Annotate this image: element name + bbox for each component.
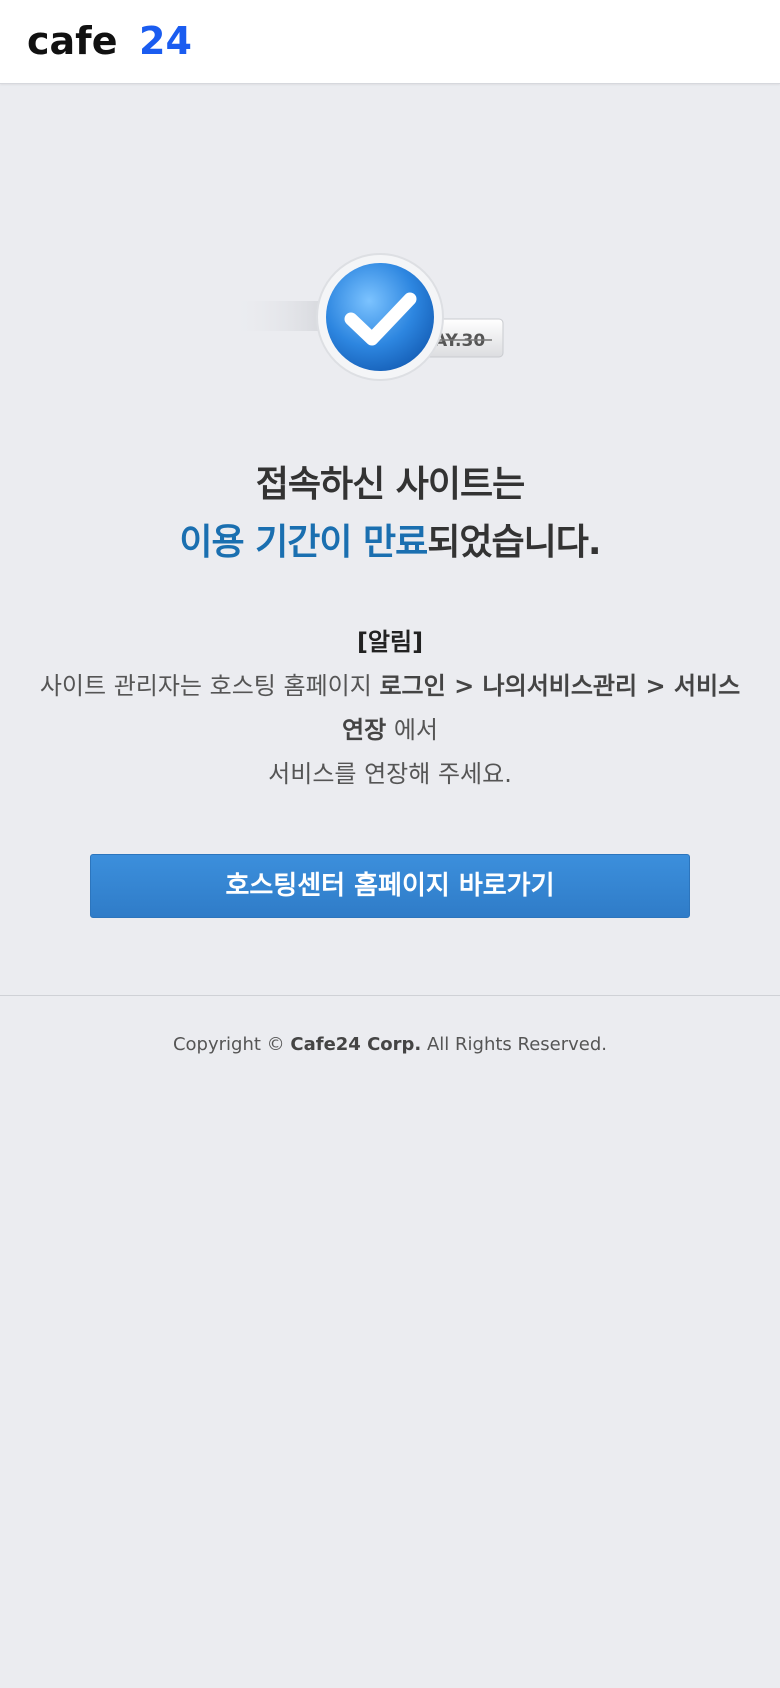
logo-text-cafe: cafe	[27, 22, 117, 62]
cafe24-logo[interactable]: cafe 24	[27, 22, 199, 62]
expired-check-illustration: AY.30	[230, 253, 504, 381]
footer: Copyright © Cafe24 Corp. All Rights Rese…	[0, 996, 780, 1055]
headline-rest: 되었습니다.	[427, 522, 601, 563]
notice-path2: 연장	[342, 716, 387, 744]
check-ball	[326, 263, 434, 371]
copyright-company: Cafe24 Corp.	[290, 1034, 422, 1055]
copyright-symbol: ©	[266, 1034, 285, 1055]
hosting-center-button[interactable]: 호스팅센터 홈페이지 바로가기	[90, 854, 690, 918]
notice-line3: 서비스를 연장해 주세요.	[268, 760, 512, 788]
copyright-prefix: Copyright	[172, 1034, 267, 1055]
copyright-suffix: All Rights Reserved.	[421, 1034, 608, 1055]
expired-headline: 접속하신 사이트는 이용 기간이 만료되었습니다.	[0, 456, 780, 572]
headline-highlight: 이용 기간이 만료	[179, 522, 428, 563]
notice-text1: 사이트 관리자는 호스팅 홈페이지	[39, 672, 380, 700]
header-bar: cafe 24	[0, 0, 780, 84]
notice-path1: 로그인 > 나의서비스관리 > 서비스	[379, 672, 741, 700]
headline-line1: 접속하신 사이트는	[255, 464, 526, 505]
notice-block: [알림] 사이트 관리자는 호스팅 홈페이지 로그인 > 나의서비스관리 > 서…	[0, 620, 780, 796]
notice-line2: 연장 에서	[0, 708, 780, 752]
notice-text2: 에서	[386, 716, 438, 744]
logo-text-24: 24	[139, 22, 192, 62]
main-content: AY.30 접속하신 사이트는 이용 기간이 만료되었습니다. [알림] 사이트…	[0, 84, 780, 996]
headline-line2: 이용 기간이 만료되었습니다.	[0, 514, 780, 572]
notice-title: [알림]	[356, 628, 424, 656]
notice-line1: 사이트 관리자는 호스팅 홈페이지 로그인 > 나의서비스관리 > 서비스	[0, 664, 780, 708]
